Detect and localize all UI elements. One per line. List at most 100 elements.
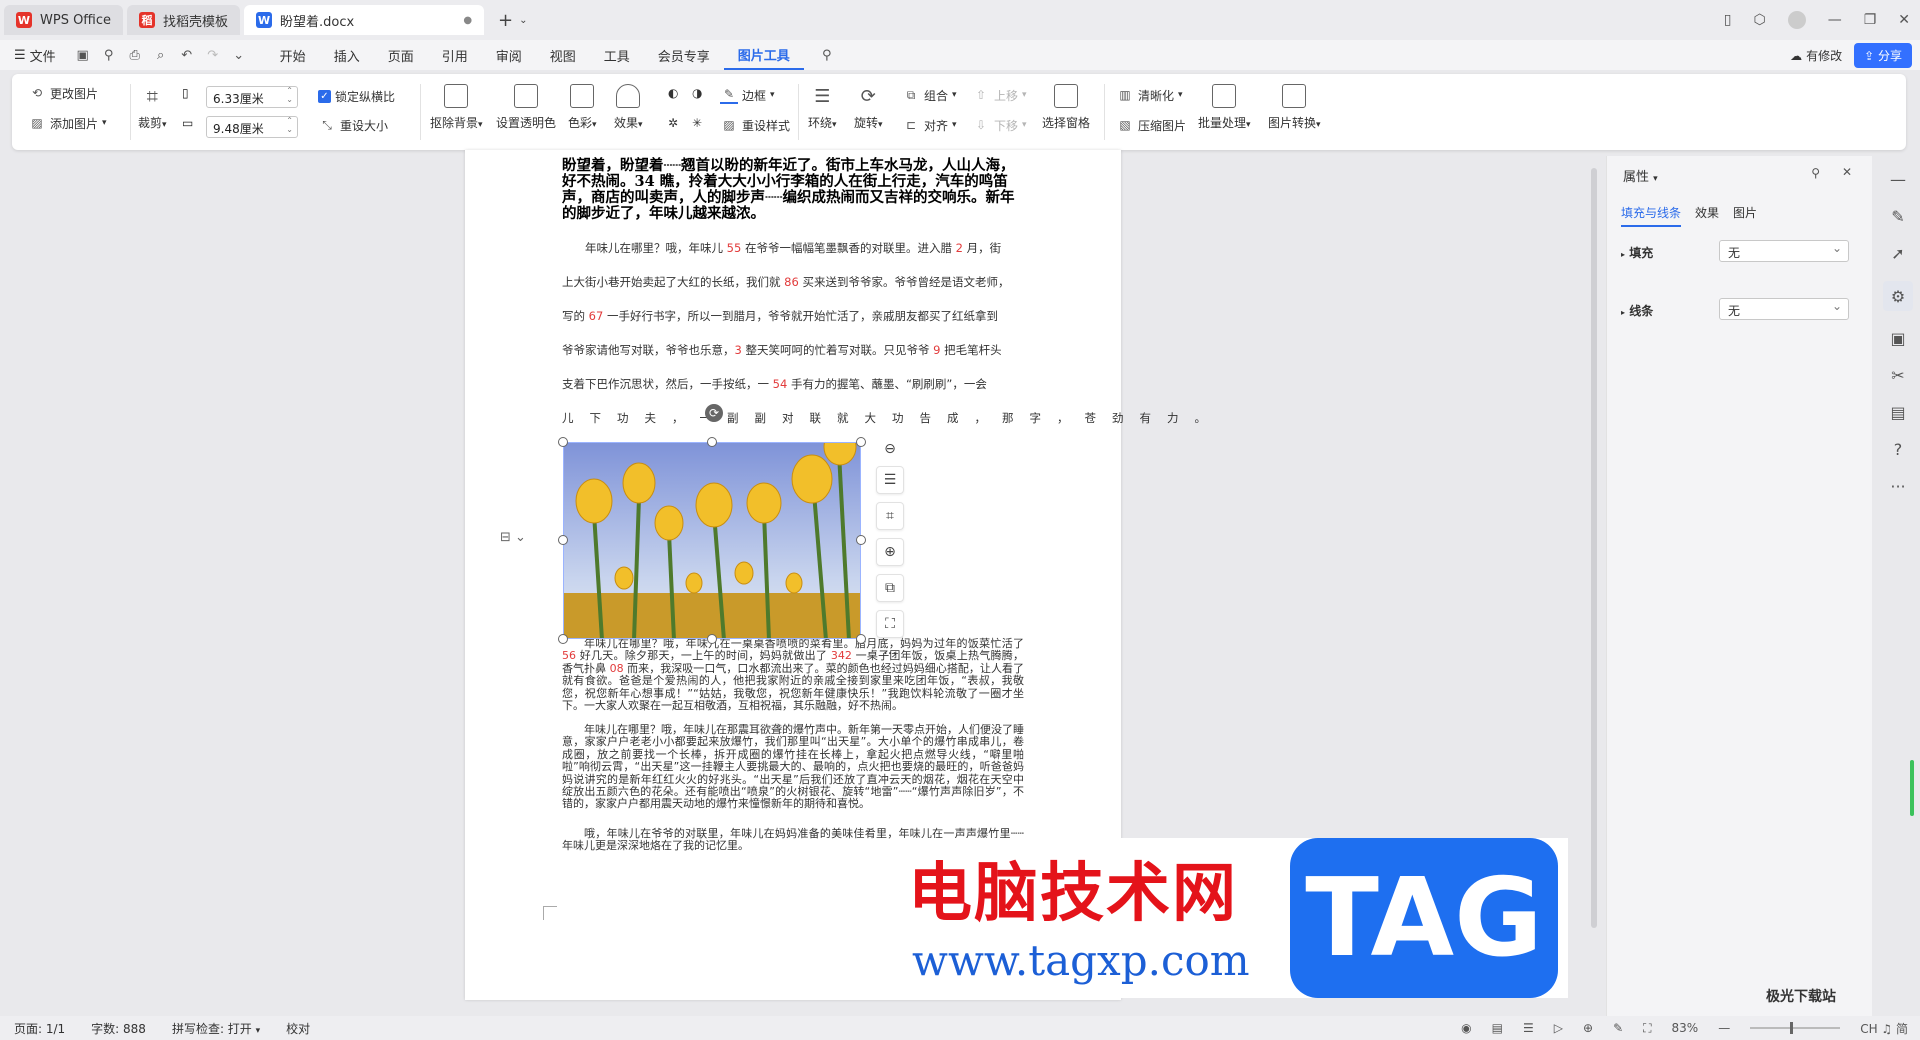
tab-document[interactable]: W 盼望着.docx ● <box>244 5 485 35</box>
lock-ratio-checkbox[interactable]: ✓ 锁定纵横比 <box>318 88 395 105</box>
menu-references[interactable]: 引用 <box>428 40 482 70</box>
tulip-picture[interactable] <box>563 442 861 639</box>
unsaved-dot-icon[interactable]: ● <box>463 15 472 26</box>
crop-button[interactable]: ⌗ 裁剪▾ <box>138 84 167 131</box>
resize-handle-right[interactable] <box>856 535 866 545</box>
tools-icon[interactable]: ✂ <box>1891 366 1904 385</box>
float-copy-icon[interactable]: ⧉ <box>876 574 904 602</box>
resize-handle-bottom[interactable] <box>707 634 717 644</box>
move-down-button[interactable]: ⇩ 下移 ▾ <box>972 116 1027 134</box>
wrap-button[interactable]: ☰ 环绕▾ <box>808 84 837 131</box>
remove-background-button[interactable]: 抠除背景▾ <box>430 84 483 131</box>
undo-icon[interactable]: ↶ <box>174 48 200 63</box>
move-up-button[interactable]: ⇧ 上移 ▾ <box>972 86 1027 104</box>
tab-list-chevron-icon[interactable]: ⌄ <box>519 15 527 26</box>
menu-insert[interactable]: 插入 <box>320 40 374 70</box>
new-tab-icon[interactable]: + <box>498 10 513 31</box>
fit-icon[interactable]: ⛶ <box>1643 1021 1651 1036</box>
tab-picture[interactable]: 图片 <box>1733 204 1757 227</box>
width-spinner[interactable]: 6.33厘米 <box>206 86 298 108</box>
modified-button[interactable]: ☁ 有修改 <box>1790 47 1842 64</box>
restore-icon[interactable]: ❐ <box>1864 12 1877 28</box>
search-icon[interactable]: ⚲ <box>814 48 840 63</box>
play-icon[interactable]: ▷ <box>1554 1021 1563 1035</box>
spell-check[interactable]: 拼写检查: 打开 ▾ <box>172 1020 260 1037</box>
selection-pane-button[interactable]: 选择窗格 <box>1042 84 1090 131</box>
menu-review[interactable]: 审阅 <box>482 40 536 70</box>
line-select[interactable]: 无 <box>1719 298 1849 320</box>
pen-mode-icon[interactable]: ✎ <box>1613 1021 1623 1035</box>
menu-home[interactable]: 开始 <box>266 40 320 70</box>
picture-convert-button[interactable]: 图片转换▾ <box>1268 84 1321 131</box>
more-options-icon[interactable]: ··· <box>876 646 904 662</box>
outline-view-icon[interactable]: ☰ <box>1523 1021 1534 1035</box>
color-button[interactable]: 色彩▾ <box>568 84 597 131</box>
page-indicator[interactable]: 页面: 1/1 <box>14 1020 65 1037</box>
properties-sliders-icon[interactable]: ⚙ <box>1883 281 1913 311</box>
tab-wps-office[interactable]: W WPS Office <box>4 5 124 35</box>
edit-picture-icon[interactable]: ▣ <box>1890 329 1905 348</box>
float-wrap-icon[interactable]: ☰ <box>876 466 904 494</box>
menu-member[interactable]: 会员专享 <box>644 40 724 70</box>
vertical-scrollbar[interactable] <box>1588 156 1600 996</box>
close-icon[interactable]: ✕ <box>1898 12 1910 28</box>
collapse-icon[interactable]: ⊖ <box>876 440 904 458</box>
change-picture-button[interactable]: ⟲ 更改图片 <box>28 84 98 102</box>
scrollbar-thumb[interactable] <box>1591 168 1597 928</box>
zoom-slider[interactable] <box>1750 1022 1841 1034</box>
web-view-icon[interactable]: ⊕ <box>1583 1021 1593 1035</box>
print-icon[interactable]: ⎙ <box>122 48 148 63</box>
effect-button[interactable]: 效果▾ <box>614 84 643 131</box>
sharpen-button[interactable]: ▥ 清晰化 ▾ <box>1116 86 1182 104</box>
menu-tools[interactable]: 工具 <box>590 40 644 70</box>
float-crop-icon[interactable]: ⌗ <box>876 502 904 530</box>
print-preview-icon[interactable]: ⌕ <box>148 48 174 63</box>
reset-style-button[interactable]: ▨ 重设样式 <box>720 116 790 134</box>
rotate-button[interactable]: ⟳ 旋转▾ <box>854 84 883 131</box>
help-icon[interactable]: ? <box>1894 440 1903 459</box>
tab-template[interactable]: 稻 找稻壳模板 <box>127 5 241 35</box>
word-count[interactable]: 字数: 888 <box>91 1020 146 1037</box>
brightness-icon[interactable]: ◐ <box>668 86 678 100</box>
resize-handle-left[interactable] <box>558 535 568 545</box>
set-transparent-button[interactable]: 设置透明色 <box>496 84 556 131</box>
tab-effect[interactable]: 效果 <box>1695 204 1719 227</box>
menu-picture-tools[interactable]: 图片工具 <box>723 40 804 70</box>
align-button[interactable]: ⊏ 对齐 ▾ <box>902 116 957 134</box>
ime-indicator[interactable]: CH ♫ 简 <box>1860 1020 1908 1037</box>
review-icon[interactable]: ▤ <box>1890 403 1905 422</box>
rotate-handle-icon[interactable]: ⟳ <box>705 404 723 422</box>
brightness-down-icon[interactable]: ✳ <box>692 116 702 130</box>
resize-handle-top-right[interactable] <box>856 437 866 447</box>
pen-icon[interactable]: ✎ <box>1891 207 1904 226</box>
find-icon[interactable]: ⚲ <box>96 48 122 63</box>
float-zoom-icon[interactable]: ⊕ <box>876 538 904 566</box>
resize-handle-bottom-right[interactable] <box>856 634 866 644</box>
tab-fill-line[interactable]: 填充与线条 <box>1621 204 1682 227</box>
cube-icon[interactable]: ⬡ <box>1753 12 1765 28</box>
minimize-icon[interactable]: — <box>1828 12 1842 28</box>
redo-icon[interactable]: ↷ <box>200 48 226 63</box>
zoom-out-icon[interactable]: — <box>1718 1021 1730 1035</box>
brightness-up-icon[interactable]: ✲ <box>668 116 678 130</box>
line-section-toggle[interactable]: ▸ 线条 <box>1621 302 1653 319</box>
border-button[interactable]: ✎ 边框 ▾ <box>720 86 775 104</box>
layout-icon[interactable]: ▯ <box>1724 12 1732 28</box>
file-menu[interactable]: ☰ 文件 <box>0 40 70 70</box>
avatar[interactable] <box>1787 11 1806 29</box>
share-button[interactable]: ⇪ 分享 <box>1854 43 1912 68</box>
zoom-level[interactable]: 83% <box>1672 1021 1699 1035</box>
properties-title[interactable]: 属性 ▾ <box>1623 166 1658 185</box>
more-chevron-icon[interactable]: ⌄ <box>226 48 252 63</box>
menu-view[interactable]: 视图 <box>536 40 590 70</box>
contrast-icon[interactable]: ◑ <box>692 86 702 100</box>
height-spinner[interactable]: 9.48厘米 <box>206 116 298 138</box>
save-icon[interactable]: ▣ <box>70 48 96 63</box>
fill-section-toggle[interactable]: ▸ 填充 <box>1621 244 1653 261</box>
resize-handle-top[interactable] <box>707 437 717 447</box>
reset-size-button[interactable]: ⤡ 重设大小 <box>318 116 388 134</box>
more-icon[interactable]: ··· <box>1890 477 1905 496</box>
add-picture-button[interactable]: ▨ 添加图片 ▾ <box>28 114 106 132</box>
close-panel-icon[interactable]: ✕ <box>1842 165 1852 179</box>
page-view-icon[interactable]: ▤ <box>1492 1021 1503 1035</box>
